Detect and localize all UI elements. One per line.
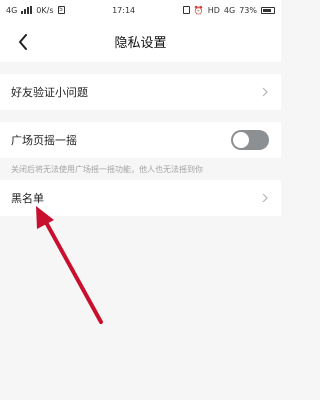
square-shake-toggle[interactable] xyxy=(231,130,269,150)
blacklist-label: 黑名单 xyxy=(11,192,44,205)
status-bar: 4G 0K/s 5 17:14 ⏰ HD 4G 73% xyxy=(0,0,281,20)
friend-question-label: 好友验证小问题 xyxy=(11,86,88,99)
notification-icon: 5 xyxy=(57,6,65,14)
network-speed: 0K/s xyxy=(36,5,54,15)
chevron-right-icon xyxy=(261,192,269,204)
battery-icon xyxy=(260,6,275,14)
page-title: 隐私设置 xyxy=(114,35,167,51)
chevron-left-icon xyxy=(19,34,27,50)
network-type-right: 4G xyxy=(223,5,236,15)
square-shake-label: 广场页摇一摇 xyxy=(11,134,77,147)
arrow-shaft xyxy=(40,213,103,324)
vibrate-icon xyxy=(182,6,190,14)
square-shake-row: 广场页摇一摇 xyxy=(0,122,281,158)
network-type: 4G xyxy=(6,5,18,15)
status-time: 17:14 xyxy=(112,5,136,15)
status-left: 4G 0K/s 5 xyxy=(6,6,65,15)
battery-percent: 73% xyxy=(239,5,257,15)
section-gap xyxy=(0,62,281,74)
status-right: ⏰ HD 4G 73% xyxy=(182,5,275,15)
signal-icon xyxy=(21,6,33,14)
section-gap xyxy=(0,110,281,122)
back-button[interactable] xyxy=(12,31,34,53)
chevron-right-icon xyxy=(261,86,269,98)
square-shake-hint: 关闭后将无法使用广场摇一摇功能，他人也无法摇到你 xyxy=(0,158,281,180)
friend-question-row[interactable]: 好友验证小问题 xyxy=(0,74,281,110)
alarm-icon: ⏰ xyxy=(193,5,204,15)
hd-label: HD xyxy=(207,5,220,15)
blacklist-row[interactable]: 黑名单 xyxy=(0,180,281,216)
navigation-bar: 隐私设置 xyxy=(0,20,281,62)
